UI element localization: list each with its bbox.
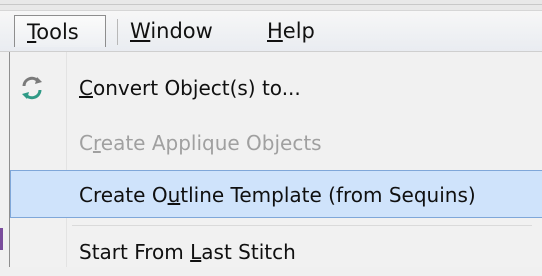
convert-arrows-icon (18, 74, 46, 102)
menu-item-create-applique-objects: Create Applique Objects (10, 119, 542, 167)
label-mnemonic: L (190, 240, 202, 264)
menu-item-create-outline-template[interactable]: Create Outline Template (from Sequins) (10, 170, 542, 218)
menu-item-start-from-last-stitch[interactable]: Start From Last Stitch (10, 228, 542, 276)
label-suffix: onvert Object(s) to... (92, 76, 301, 100)
menu-window-rest: indow (150, 19, 213, 43)
background-window-edge (0, 228, 3, 250)
label-suffix: ast Stitch (201, 240, 296, 264)
menu-window[interactable]: Window (130, 15, 240, 47)
label-suffix: tline Template (from Sequins) (180, 183, 476, 207)
menu-item-label: Create Outline Template (from Sequins) (79, 171, 476, 219)
menu-help-rest: elp (282, 19, 315, 43)
label-mnemonic: C (79, 76, 93, 100)
menu-tools-rest: ools (36, 20, 79, 44)
menu-separator (117, 19, 118, 45)
menu-separator-line (72, 225, 532, 226)
menu-item-label: Convert Object(s) to... (79, 64, 301, 112)
label-mnemonic: r (92, 131, 101, 155)
label-prefix: C (79, 131, 93, 155)
menu-tools-mnemonic: T (27, 20, 37, 44)
menu-item-label: Create Applique Objects (79, 119, 322, 167)
menu-bar: Tools Window Help (0, 11, 542, 52)
window-top-edge (0, 0, 542, 11)
menu-help-mnemonic: H (267, 19, 283, 43)
label-suffix: eate Applique Objects (100, 131, 322, 155)
menu-item-label: Start From Last Stitch (79, 228, 296, 276)
menu-item-convert-objects[interactable]: Convert Object(s) to... (10, 64, 542, 112)
menu-window-mnemonic: W (130, 19, 151, 43)
label-prefix: Start From (79, 240, 191, 264)
menu-tools[interactable]: Tools (14, 15, 106, 47)
label-prefix: Create O (79, 183, 168, 207)
tools-dropdown-menu: Convert Object(s) to... Create Applique … (9, 52, 542, 267)
label-mnemonic: u (167, 183, 181, 207)
menu-help[interactable]: Help (267, 15, 337, 47)
